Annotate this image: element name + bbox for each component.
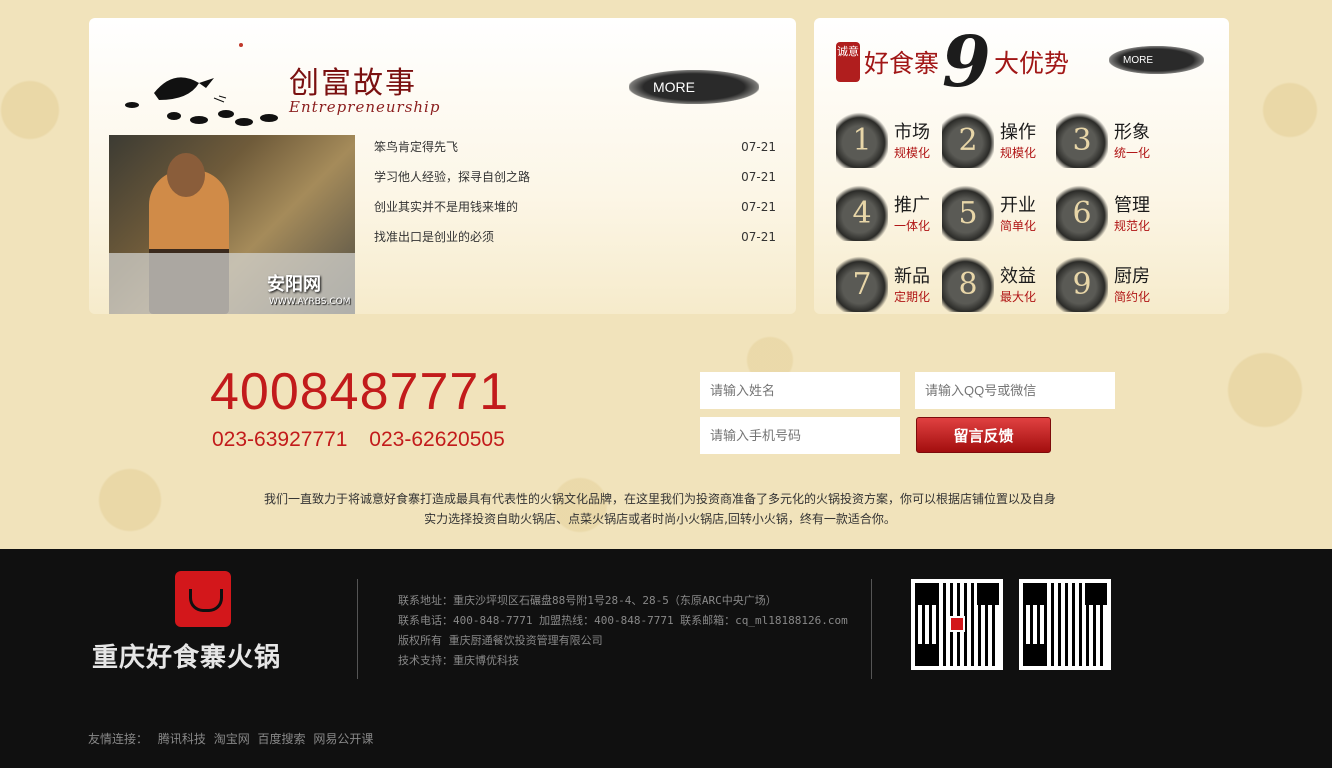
intro-text: 我们一直致力于将诚意好食寨打造成最具有代表性的火锅文化品牌，在这里我们为投资商准…: [250, 489, 1070, 529]
advantages-panel: 诚意 好食寨 9 大优势 MORE 1 市场 规模化 2 操作 规模化 3 形象…: [814, 18, 1229, 314]
friend-links-label: 友情连接：: [88, 732, 149, 746]
advantage-desc: 最大化: [1000, 290, 1037, 304]
friend-links: 友情连接： 腾讯科技 淘宝网 百度搜索 网易公开课: [88, 730, 377, 747]
news-title[interactable]: 学习他人经验，探寻自创之路: [374, 168, 530, 198]
qr-code-icon: [1019, 579, 1111, 670]
footer-copyright: 版权所有 重庆厨通餐饮投资管理有限公司: [398, 634, 603, 647]
ink-number-icon: 2: [942, 112, 994, 168]
advantage-item: 7 新品 定期化: [836, 252, 954, 320]
advantage-label: 推广: [894, 195, 930, 216]
ink-number-icon: 9: [1056, 256, 1108, 312]
ink-number-icon: 4: [836, 185, 888, 241]
stories-subtitle: Entrepreneurship: [289, 98, 441, 116]
friend-link[interactable]: 腾讯科技: [158, 732, 206, 746]
story-photo[interactable]: 安阳网 WWW.AYRBS.COM: [109, 135, 355, 314]
divider: [871, 579, 872, 679]
footer-contact-info: 联系地址：重庆沙坪坝区石碾盘88号附1号28-4、28-5（东原ARC中央广场）…: [398, 591, 848, 671]
list-item[interactable]: 笨鸟肯定得先飞 07-21: [374, 138, 776, 168]
news-date: 07-21: [741, 230, 776, 244]
advantage-desc: 定期化: [894, 290, 931, 304]
ink-number-icon: 6: [1056, 185, 1108, 241]
advantage-label: 效益: [1000, 266, 1036, 287]
advantage-label: 开业: [1000, 195, 1036, 216]
advantage-item: 3 形象 统一化: [1056, 108, 1174, 176]
list-item[interactable]: 创业其实并不是用钱来堆的 07-21: [374, 198, 776, 228]
phone-numbers: 023-63927771 023-62620505: [212, 428, 505, 451]
advantage-label: 管理: [1114, 195, 1150, 216]
friend-link[interactable]: 网易公开课: [313, 732, 373, 746]
hotpot-logo-icon[interactable]: [175, 571, 231, 627]
photo-person-head: [167, 153, 205, 197]
advantage-desc: 规范化: [1114, 219, 1151, 233]
advantages-brand: 好食寨: [864, 49, 940, 78]
ink-number-icon: 7: [836, 256, 888, 312]
footer-logo-text: 重庆好食寨火锅: [92, 643, 282, 673]
story-list: 笨鸟肯定得先飞 07-21 学习他人经验，探寻自创之路 07-21 创业其实并不…: [374, 138, 776, 258]
seal-stamp: 诚意: [836, 42, 860, 82]
advantage-desc: 一体化: [894, 219, 931, 233]
name-input[interactable]: [700, 372, 900, 409]
advantage-label: 操作: [1000, 122, 1036, 143]
qq-wechat-input[interactable]: [915, 372, 1115, 409]
news-title[interactable]: 创业其实并不是用钱来堆的: [374, 198, 518, 228]
advantage-item: 2 操作 规模化: [942, 108, 1060, 176]
footer-phone: 联系电话：400-848-7771 加盟热线：400-848-7771 联系邮箱…: [398, 614, 848, 627]
advantage-desc: 规模化: [894, 146, 931, 160]
news-title[interactable]: 笨鸟肯定得先飞: [374, 138, 458, 168]
ink-number-icon: 8: [942, 256, 994, 312]
advantage-item: 6 管理 规范化: [1056, 181, 1174, 249]
stories-title: 创富故事: [289, 66, 417, 101]
advantages-more-button[interactable]: MORE: [1109, 46, 1204, 74]
news-title[interactable]: 找准出口是创业的必须: [374, 228, 494, 258]
advantages-nine: 9: [942, 20, 991, 103]
advantage-label: 厨房: [1114, 266, 1150, 287]
intro-line-1: 我们一直致力于将诚意好食寨打造成最具有代表性的火锅文化品牌，在这里我们为投资商准…: [263, 492, 1056, 506]
advantage-label: 市场: [894, 122, 930, 143]
advantage-item: 8 效益 最大化: [942, 252, 1060, 320]
advantage-desc: 简单化: [1000, 219, 1037, 233]
news-date: 07-21: [741, 140, 776, 154]
advantages-tail: 大优势: [994, 49, 1070, 78]
list-item[interactable]: 找准出口是创业的必须 07-21: [374, 228, 776, 258]
hotline-number: 4008487771: [210, 363, 510, 421]
advantage-desc: 统一化: [1114, 146, 1151, 160]
advantage-item: 5 开业 简单化: [942, 181, 1060, 249]
footer-support: 技术支持：重庆博优科技: [398, 654, 519, 667]
friend-link[interactable]: 百度搜索: [258, 732, 306, 746]
ink-number-icon: 5: [942, 185, 994, 241]
divider: [357, 579, 358, 679]
ink-number-icon: 1: [836, 112, 888, 168]
advantage-item: 4 推广 一体化: [836, 181, 954, 249]
advantage-label: 新品: [894, 266, 930, 287]
footer-address: 联系地址：重庆沙坪坝区石碾盘88号附1号28-4、28-5（东原ARC中央广场）: [398, 594, 777, 607]
ink-number-icon: 3: [1056, 112, 1108, 168]
list-item[interactable]: 学习他人经验，探寻自创之路 07-21: [374, 168, 776, 198]
submit-feedback-button[interactable]: 留言反馈: [916, 417, 1051, 453]
advantage-desc: 简约化: [1114, 290, 1151, 304]
news-date: 07-21: [741, 170, 776, 184]
advantage-label: 形象: [1114, 122, 1150, 143]
footer: 重庆好食寨火锅 联系地址：重庆沙坪坝区石碾盘88号附1号28-4、28-5（东原…: [0, 549, 1332, 768]
photo-url: WWW.AYRBS.COM: [269, 297, 351, 307]
advantage-item: 9 厨房 简约化: [1056, 252, 1174, 320]
photo-caption: 安阳网: [267, 274, 321, 295]
intro-line-2: 实力选择投资自助火锅店、点菜火锅店或者时尚小火锅店,回转小火锅，终有一款适合你。: [424, 512, 896, 526]
qr-code-icon: [911, 579, 1003, 670]
stories-more-button[interactable]: MORE: [629, 70, 759, 104]
news-date: 07-21: [741, 200, 776, 214]
phone-input[interactable]: [700, 417, 900, 454]
stories-panel: 创富故事 Entrepreneurship MORE 安阳网 WWW.AYRBS…: [89, 18, 796, 314]
ink-bird-decoration: [125, 43, 278, 126]
advantage-item: 1 市场 规模化: [836, 108, 954, 176]
advantage-desc: 规模化: [1000, 146, 1037, 160]
friend-link[interactable]: 淘宝网: [214, 732, 250, 746]
